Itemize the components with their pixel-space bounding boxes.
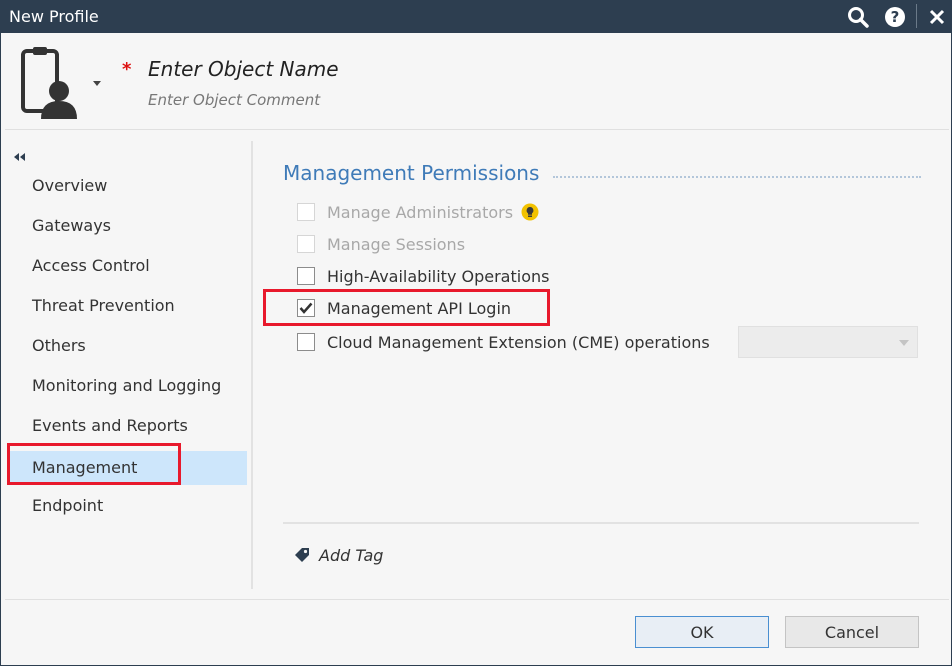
sidebar-item-endpoint[interactable]: Endpoint [9,489,247,523]
cme-operations-select[interactable] [738,326,918,358]
object-name-input[interactable] [148,55,648,83]
chevron-down-icon [899,340,909,346]
sidebar-item-management[interactable]: Management [9,451,247,485]
required-marker: * [122,59,132,80]
sidebar-nav: Overview Gateways Access Control Threat … [5,141,253,589]
profile-icon[interactable] [19,45,85,119]
new-profile-dialog: New Profile ? * Enter Object Name Enter … [0,0,952,666]
sidebar-item-events-and-reports[interactable]: Events and Reports [9,409,247,443]
perm-manage-sessions: Manage Sessions [297,231,465,257]
window-title: New Profile [9,7,99,26]
help-icon[interactable]: ? [880,3,910,31]
manage-sessions-checkbox [297,235,315,253]
lightbulb-hint-icon[interactable] [521,203,539,221]
close-icon[interactable] [922,3,952,31]
perm-label: Manage Sessions [327,234,466,254]
high-availability-checkbox[interactable] [297,267,315,285]
add-tag-link[interactable]: Add Tag [293,543,383,567]
perm-management-api-login[interactable]: Management API Login [297,295,511,321]
perm-label: Management API Login [327,298,512,318]
tag-icon [295,548,309,562]
perm-manage-administrators: Manage Administrators [297,199,539,225]
sidebar-item-gateways[interactable]: Gateways [9,209,247,243]
perm-label: High-Availability Operations [327,266,550,286]
ok-button[interactable]: OK [635,616,769,648]
sidebar-item-others[interactable]: Others [9,329,247,363]
perm-high-availability-operations[interactable]: High-Availability Operations [297,263,549,289]
profile-type-dropdown-icon[interactable] [91,73,103,86]
object-header: * [5,37,949,130]
management-api-login-checkbox[interactable] [297,299,315,317]
perm-label: Cloud Management Extension (CME) operati… [327,332,710,352]
content-divider [283,522,919,524]
dialog-footer: OK Cancel [5,599,949,664]
collapse-sidebar-icon[interactable] [13,147,27,161]
svg-text:?: ? [891,8,900,26]
manage-administrators-checkbox [297,203,315,221]
object-comment-input[interactable] [148,89,648,111]
perm-cme-operations[interactable]: Cloud Management Extension (CME) operati… [297,329,710,355]
sidebar-item-access-control[interactable]: Access Control [9,249,247,283]
main-panel: Management Permissions Manage Administra… [263,141,923,589]
search-icon[interactable] [843,3,873,31]
sidebar-item-monitoring-and-logging[interactable]: Monitoring and Logging [9,369,247,403]
cme-operations-checkbox[interactable] [297,333,315,351]
titlebar-divider [916,4,917,28]
section-title: Management Permissions [283,161,540,185]
section-divider [553,176,921,178]
perm-label: Manage Administrators [327,202,514,222]
add-tag-label: Add Tag [319,545,384,565]
sidebar-item-threat-prevention[interactable]: Threat Prevention [9,289,247,323]
cancel-button[interactable]: Cancel [785,616,919,648]
checkmark-icon [299,302,313,314]
sidebar-item-overview[interactable]: Overview [9,169,247,203]
title-bar: New Profile ? [1,1,952,33]
